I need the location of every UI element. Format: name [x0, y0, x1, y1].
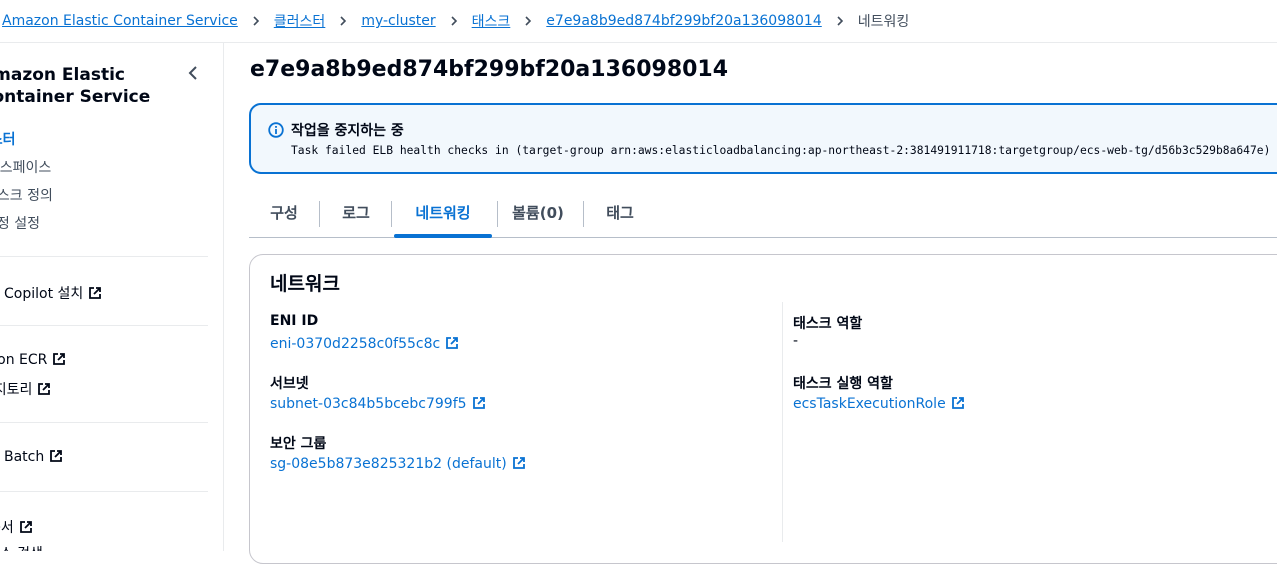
breadcrumb-cluster[interactable]: my-cluster: [361, 13, 435, 29]
breadcrumb-current: 네트워킹: [857, 14, 910, 30]
sidebar-item-copilot[interactable]: AWS Copilot 설치: [0, 283, 102, 303]
eni-value: eni-0370d2258c0f55c8c: [270, 336, 441, 352]
sidebar-item-ecr[interactable]: Amazon ECR: [0, 352, 66, 368]
sidebar-item-label: 리포지토리: [0, 382, 33, 398]
tab-divider: [319, 201, 320, 227]
execution-role-value: ecsTaskExecutionRole: [793, 396, 946, 412]
task-role-field: 태스크 역할 -: [793, 313, 862, 349]
breadcrumb: Amazon Elastic Container Service 클러스터 my…: [0, 0, 1277, 43]
sidebar-divider: [0, 491, 208, 492]
execution-role-label: 태스크 실행 역할: [793, 376, 893, 392]
chevron-right-icon: [340, 16, 347, 26]
eni-field: ENI ID eni-0370d2258c0f55c8c: [270, 313, 459, 352]
info-alert: 작업을 중지하는 중 Task failed ELB health checks…: [249, 103, 1277, 174]
chevron-right-icon: [253, 16, 259, 26]
sidebar-item-label: AWS Copilot 설치: [0, 286, 84, 302]
sidebar-title[interactable]: Amazon Elastic Container Service: [0, 64, 180, 108]
execution-role-link[interactable]: ecsTaskExecutionRole: [793, 396, 965, 412]
tab-tags[interactable]: 태그: [593, 190, 647, 237]
subnet-field: 서브넷 subnet-03c84b5bcebc799f5: [270, 373, 486, 412]
chevron-right-icon: [837, 16, 843, 26]
external-link-icon: [89, 287, 102, 299]
security-group-value: sg-08e5b873e825321b2 (default): [270, 456, 507, 472]
chevron-right-icon: [451, 16, 457, 26]
sidebar-item-label: Amazon ECR: [0, 352, 48, 368]
tab-bar: 구성 로그 네트워킹 볼륨(0) 태그: [249, 190, 1277, 238]
side-navigation: Amazon Elastic Container Service 클러스터 네임…: [0, 43, 224, 551]
tab-logs[interactable]: 로그: [329, 190, 383, 237]
breadcrumb-ecs[interactable]: Amazon Elastic Container Service: [2, 13, 238, 29]
sidebar-item-task-definitions[interactable]: 태스크 정의: [0, 185, 53, 205]
tab-divider: [583, 201, 584, 227]
tab-divider: [497, 201, 498, 227]
external-link-icon: [38, 383, 51, 395]
subnet-value: subnet-03c84b5bcebc799f5: [270, 396, 467, 412]
breadcrumb-tasks[interactable]: 태스크: [472, 11, 511, 31]
panel-heading: 네트워크: [270, 273, 340, 295]
column-divider: [782, 302, 783, 542]
chevron-left-icon[interactable]: [186, 65, 202, 81]
external-link-icon: [512, 457, 525, 469]
tab-volumes[interactable]: 볼륨(0): [505, 190, 571, 237]
network-panel: 네트워크 ENI ID eni-0370d2258c0f55c8c 서브넷 su…: [249, 254, 1277, 564]
chevron-right-icon: [525, 16, 532, 26]
execution-role-field: 태스크 실행 역할 ecsTaskExecutionRole: [793, 373, 965, 412]
security-group-field: 보안 그룹 sg-08e5b873e825321b2 (default): [270, 433, 526, 472]
external-link-icon: [472, 397, 485, 409]
sidebar-item-clusters[interactable]: 클러스터: [0, 129, 16, 149]
breadcrumb-clusters[interactable]: 클러스터: [274, 11, 326, 31]
external-link-icon: [50, 450, 63, 462]
tab-configuration[interactable]: 구성: [257, 190, 311, 237]
sidebar-item-service-discovery[interactable]: 서비스 검색: [0, 543, 43, 551]
security-group-label: 보안 그룹: [270, 436, 327, 452]
sidebar-item-batch[interactable]: AWS Batch: [0, 449, 63, 465]
external-link-icon: [951, 397, 964, 409]
sidebar-item-namespaces[interactable]: 네임스페이스: [0, 157, 51, 177]
eni-label: ENI ID: [270, 313, 319, 329]
subnet-label: 서브넷: [270, 376, 309, 392]
breadcrumb-task-id[interactable]: e7e9a8b9ed874bf299bf20a136098014: [546, 13, 821, 29]
sidebar-item-label: 문서: [0, 520, 14, 536]
subnet-link[interactable]: subnet-03c84b5bcebc799f5: [270, 396, 486, 412]
eni-link[interactable]: eni-0370d2258c0f55c8c: [270, 336, 459, 352]
alert-title: 작업을 중지하는 중: [291, 123, 404, 139]
external-link-icon: [53, 353, 66, 365]
sidebar-divider: [0, 422, 208, 423]
sidebar-divider: [0, 256, 208, 257]
tab-divider: [391, 201, 392, 227]
external-link-icon: [446, 337, 459, 349]
external-link-icon: [19, 521, 32, 533]
info-icon: [268, 122, 284, 138]
security-group-link[interactable]: sg-08e5b873e825321b2 (default): [270, 456, 526, 472]
page-title: e7e9a8b9ed874bf299bf20a136098014: [250, 57, 729, 82]
sidebar-item-docs[interactable]: 문서: [0, 517, 33, 537]
tab-networking[interactable]: 네트워킹: [394, 190, 492, 238]
task-role-label: 태스크 역할: [793, 316, 863, 332]
sidebar-divider: [0, 325, 208, 326]
sidebar-item-account-settings[interactable]: 계정 설정: [0, 213, 40, 233]
alert-message: Task failed ELB health checks in (target…: [291, 144, 1271, 157]
sidebar-item-repositories[interactable]: 리포지토리: [0, 379, 51, 399]
sidebar-item-label: AWS Batch: [0, 449, 45, 465]
task-role-value: -: [793, 333, 799, 349]
